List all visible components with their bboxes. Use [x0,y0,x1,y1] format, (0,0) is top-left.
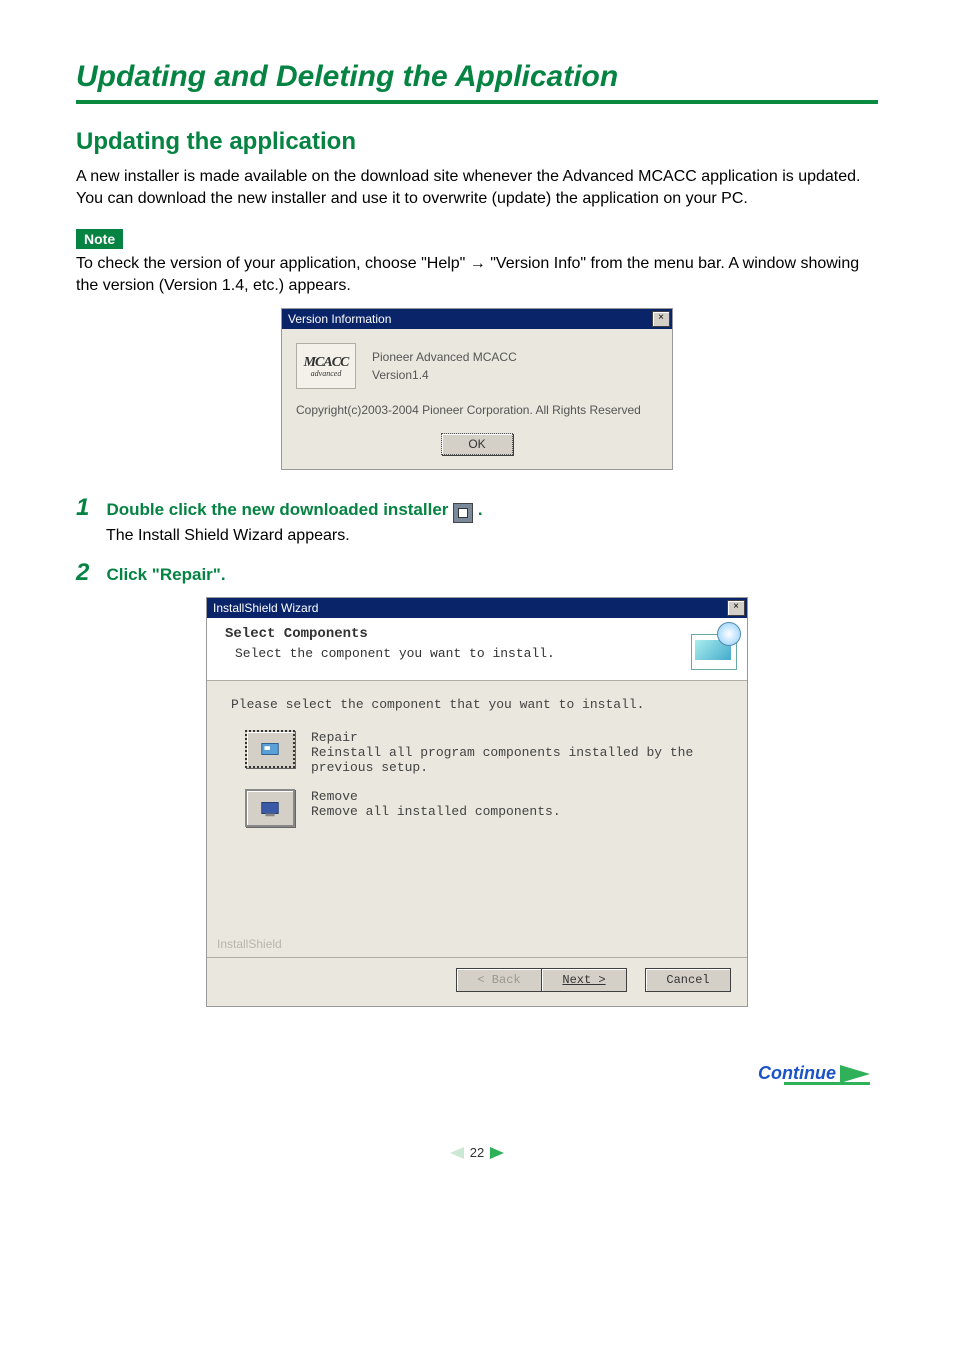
installshield-logo-icon [691,626,737,670]
next-button[interactable]: Next > [541,968,627,992]
step-number: 1 [76,494,102,522]
wizard-instruction: Please select the component that you wan… [231,697,729,712]
step-1: 1 Double click the new downloaded instal… [76,494,878,523]
continue-label: Continue [758,1063,836,1084]
document-page: Updating and Deleting the Application Up… [0,0,954,1200]
page-arrow-right-icon [490,1147,504,1159]
page-arrow-left-icon [450,1147,464,1159]
logo-sub-text: advanced [311,369,342,378]
step-1-title-a: Double click the new downloaded installe… [106,500,453,519]
installer-file-icon [453,503,473,523]
dialog-titlebar: Version Information × [282,309,672,329]
option-repair-desc: Reinstall all program components install… [311,745,729,775]
step-number: 2 [76,559,102,587]
copyright-text: Copyright(c)2003-2004 Pioneer Corporatio… [296,403,658,417]
wizard-header-subtitle: Select the component you want to install… [235,646,555,661]
wizard-content: Please select the component that you wan… [207,681,747,957]
step-1-body: The Install Shield Wizard appears. [106,527,878,545]
installshield-wizard-dialog: InstallShield Wizard × Select Components… [206,597,748,1007]
product-name: Pioneer Advanced MCACC [372,350,517,364]
note-text: To check the version of your application… [76,253,878,296]
step-2: 2 Click "Repair". [76,559,878,587]
option-remove[interactable]: Remove Remove all installed components. [245,789,729,827]
section-heading: Updating the application [76,128,878,156]
cancel-button[interactable]: Cancel [645,968,731,992]
page-number: 22 [76,1145,878,1160]
page-number-value: 22 [470,1145,484,1160]
section-body: A new installer is made available on the… [76,166,878,209]
dialog-title: InstallShield Wizard [213,601,318,615]
installshield-brand: InstallShield [217,937,282,951]
wizard-footer: < Back Next > Cancel [207,957,747,1006]
close-icon[interactable]: × [727,600,745,616]
continue-arrow-icon [840,1065,870,1083]
note-badge: Note [76,229,123,249]
product-version: Version1.4 [372,368,517,382]
step-2-title: Click "Repair". [106,565,225,584]
wizard-header: Select Components Select the component y… [207,618,747,681]
back-button: < Back [456,968,542,992]
version-info-dialog: Version Information × MCACC advanced Pio… [281,308,673,470]
dialog-title: Version Information [288,312,391,326]
ok-button[interactable]: OK [441,433,513,455]
dialog-body: MCACC advanced Pioneer Advanced MCACC Ve… [282,329,672,469]
version-lines: Pioneer Advanced MCACC Version1.4 [372,346,517,386]
dialog-titlebar: InstallShield Wizard × [207,598,747,618]
page-title: Updating and Deleting the Application [76,60,878,94]
step-1-title-b: . [478,500,483,519]
option-remove-desc: Remove all installed components. [311,804,561,819]
repair-icon [245,730,295,768]
note-text-before: To check the version of your application… [76,255,470,272]
mcacc-logo: MCACC advanced [296,343,356,389]
wizard-header-title: Select Components [225,626,555,642]
close-icon[interactable]: × [652,311,670,327]
title-divider [76,100,878,104]
option-remove-title: Remove [311,789,561,804]
continue-link[interactable]: Continue [76,1063,878,1085]
arrow-icon: → [470,255,486,272]
step-1-title: Double click the new downloaded installe… [106,500,482,519]
option-repair[interactable]: Repair Reinstall all program components … [245,730,729,775]
remove-icon [245,789,295,827]
option-repair-title: Repair [311,730,729,745]
